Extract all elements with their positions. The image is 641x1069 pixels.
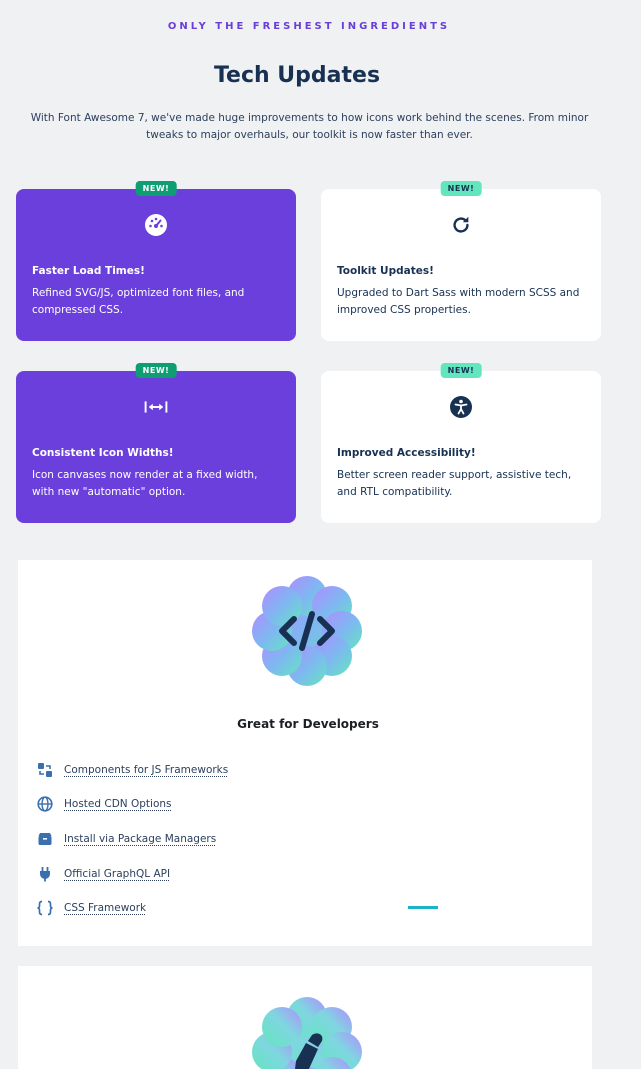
feature-card-icon-widths: NEW! Consistent Icon Widths! Icon canvas… (16, 363, 296, 523)
new-badge: NEW! (135, 363, 177, 378)
card-title: Consistent Icon Widths! (32, 447, 174, 459)
page: ONLY THE FRESHEST INGREDIENTS Tech Updat… (0, 0, 641, 1069)
divider-dash (408, 906, 438, 909)
card-title: Faster Load Times! (32, 265, 145, 277)
link-label[interactable]: Install via Package Managers (64, 833, 216, 845)
page-title: Tech Updates (213, 63, 381, 88)
card-title: Improved Accessibility! (337, 447, 476, 459)
universal-access-icon (449, 395, 473, 419)
card-text: Upgraded to Dart Sass with modern SCSS a… (337, 287, 580, 316)
link-hosted-cdn[interactable]: Hosted CDN Options (36, 792, 172, 816)
card-text: Icon canvases now render at a fixed widt… (32, 469, 258, 498)
card-title: Toolkit Updates! (337, 265, 434, 277)
box-icon (36, 830, 54, 848)
code-icon (250, 574, 364, 688)
link-label[interactable]: Hosted CDN Options (64, 798, 172, 810)
link-graphql-api[interactable]: Official GraphQL API (36, 862, 170, 886)
brackets-curly-icon (36, 899, 54, 917)
eyebrow-text: ONLY THE FRESHEST INGREDIENTS (167, 21, 451, 32)
js-frameworks-icon (36, 761, 54, 779)
feature-card-toolkit: NEW! Toolkit Updates! Upgraded to Dart S… (321, 181, 601, 341)
arrows-left-right-to-line-icon (144, 395, 168, 419)
link-js-frameworks[interactable]: Components for JS Frameworks (36, 758, 228, 782)
rotate-right-icon (449, 213, 473, 237)
link-label[interactable]: Official GraphQL API (64, 868, 170, 880)
link-css-framework[interactable]: CSS Framework (36, 896, 146, 920)
pen-nib-icon (250, 995, 364, 1069)
new-badge: NEW! (135, 181, 177, 196)
feature-card-faster-load: NEW! Faster Load Times! Refined SVG/JS, … (16, 181, 296, 341)
globe-icon (36, 795, 54, 813)
gauge-icon (144, 213, 168, 237)
new-badge: NEW! (440, 363, 482, 378)
link-label[interactable]: CSS Framework (64, 902, 146, 914)
feature-card-accessibility: NEW! Improved Accessibility! Better scre… (321, 363, 601, 523)
developers-title: Great for Developers (237, 717, 379, 731)
intro-text: With Font Awesome 7, we've made huge imp… (30, 112, 589, 141)
plug-icon (36, 865, 54, 883)
card-text: Refined SVG/JS, optimized font files, an… (32, 287, 245, 316)
link-label[interactable]: Components for JS Frameworks (64, 764, 228, 776)
link-package-managers[interactable]: Install via Package Managers (36, 827, 216, 851)
card-text: Better screen reader support, assistive … (337, 469, 572, 498)
new-badge: NEW! (440, 181, 482, 196)
